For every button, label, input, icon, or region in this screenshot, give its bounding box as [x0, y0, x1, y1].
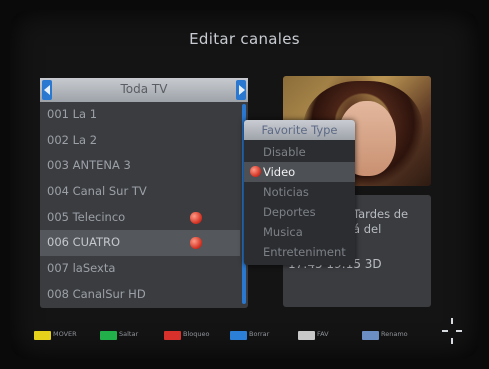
channel-row[interactable]: 007 laSexta: [40, 256, 240, 282]
channel-row[interactable]: 005 Telecinco: [40, 205, 240, 231]
channel-label: 003 ANTENA 3: [47, 158, 131, 173]
channel-list: 001 La 1 002 La 2 003 ANTENA 3 004 Canal…: [40, 102, 240, 308]
group-selector[interactable]: Toda TV: [40, 78, 248, 102]
program-title-fragment: Tardes de á del: [353, 207, 428, 237]
dpad-navigation-icon: [442, 318, 462, 344]
fav-option-musica[interactable]: Musica: [244, 222, 355, 242]
channel-row[interactable]: 008 CanalSur HD: [40, 282, 240, 308]
favorite-type-menu: Favorite Type Disable Video Noticias Dep…: [244, 120, 355, 265]
fav-key-icon: [298, 331, 315, 340]
channel-label: 004 Canal Sur TV: [47, 184, 147, 199]
channel-label: 001 La 1: [47, 107, 98, 121]
channel-row[interactable]: 003 ANTENA 3: [40, 153, 240, 179]
help-label-fav: FAV: [317, 330, 329, 338]
channel-label: 006 CUATRO: [47, 235, 121, 250]
rename-key-icon: [362, 331, 379, 340]
page-title: Editar canales: [189, 30, 300, 48]
red-key-icon: [164, 331, 181, 340]
channel-label: 007 laSexta: [47, 261, 116, 276]
channel-label: 005 Telecinco: [47, 209, 126, 224]
channel-row-selected[interactable]: 006 CUATRO: [40, 230, 240, 257]
fav-option-entreteniment[interactable]: Entreteniment: [244, 242, 355, 262]
channel-label: 008 CanalSur HD: [47, 286, 146, 301]
channel-label: 002 La 2: [47, 132, 98, 147]
green-key-icon: [100, 331, 117, 340]
group-label: Toda TV: [120, 82, 168, 96]
group-next-arrow-icon[interactable]: [236, 80, 246, 100]
fav-option-label: Video: [263, 165, 296, 179]
channel-row[interactable]: 002 La 2: [40, 128, 240, 154]
yellow-key-icon: [34, 331, 51, 340]
help-label-skip: Saltar: [119, 330, 139, 338]
help-label-lock: Bloqueo: [183, 330, 210, 338]
favorite-type-header: Favorite Type: [244, 120, 355, 140]
fav-option-disable[interactable]: Disable: [244, 142, 355, 162]
channel-row[interactable]: 004 Canal Sur TV: [40, 179, 240, 205]
favorite-heart-icon: [190, 211, 202, 224]
favorite-heart-icon: [190, 237, 202, 250]
fav-option-noticias[interactable]: Noticias: [244, 182, 355, 202]
blue-key-icon: [230, 331, 247, 340]
program-title-line-2: á del: [353, 222, 382, 236]
fav-option-deportes[interactable]: Deportes: [244, 202, 355, 222]
channel-row[interactable]: 001 La 1: [40, 102, 240, 128]
help-label-rename: Renamo: [381, 330, 408, 338]
favorite-heart-icon: [250, 166, 261, 177]
channel-list-panel: Toda TV 001 La 1 002 La 2 003 ANTENA 3 0…: [40, 78, 248, 308]
help-label-delete: Borrar: [249, 330, 270, 338]
help-label-move: MOVER: [53, 330, 77, 338]
fav-option-video[interactable]: Video: [244, 162, 355, 182]
program-title-line-1: Tardes de: [353, 207, 409, 221]
help-bar: MOVER Saltar Bloqueo Borrar FAV Renamo: [0, 326, 489, 346]
